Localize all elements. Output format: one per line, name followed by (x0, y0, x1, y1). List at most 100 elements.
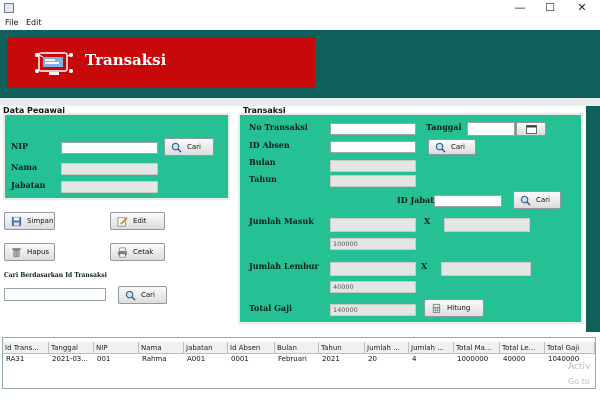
jabatan-label: Jabatan (11, 180, 46, 190)
cari-jabatan-button[interactable]: Cari (513, 191, 561, 209)
hitung-label: Hitung (447, 304, 471, 312)
tanggal-input[interactable] (467, 122, 515, 136)
watermark-activate: Activ (568, 362, 591, 372)
nama-label: Nama (11, 162, 38, 172)
save-icon (11, 216, 22, 227)
divider-strip (0, 98, 600, 106)
table-cell: Februari (278, 355, 307, 363)
column-header[interactable]: Total Ma... (454, 342, 500, 354)
total-gaji-value: 140000 (330, 304, 416, 316)
table-cell: Rahma (142, 355, 167, 363)
multiply-sign-lembur: X (421, 261, 428, 271)
tahun-label: Tahun (249, 174, 277, 184)
table-cell: 4 (412, 355, 417, 363)
trash-icon (12, 248, 21, 258)
simpan-label: Simpan (27, 217, 54, 225)
cari-absen-label: Cari (451, 143, 465, 151)
table-header: Id Trans... Tanggal NIP Nama Jabatan Id Absen… (3, 342, 595, 354)
close-button[interactable]: ✕ (567, 0, 597, 16)
transaction-logo-icon (35, 52, 73, 75)
table-cell: RA31 (6, 355, 25, 363)
page-title: Transaksi (85, 51, 167, 69)
hapus-button[interactable]: Hapus (4, 243, 55, 261)
watermark-goto: Go to (568, 377, 590, 386)
id-absen-label: ID Absen (249, 140, 290, 150)
hitung-button[interactable]: Hitung (424, 299, 484, 317)
title-bar: — ☐ ✕ (0, 0, 600, 16)
menu-file[interactable]: File (5, 17, 18, 29)
cetak-button[interactable]: Cetak (110, 243, 165, 261)
column-header[interactable]: Tanggal (49, 342, 94, 354)
date-picker-button[interactable] (516, 122, 546, 136)
jumlah-masuk-label: Jumlah Masuk (249, 216, 314, 226)
calendar-icon (526, 125, 537, 134)
bulan-field (330, 160, 416, 172)
jumlah-masuk-field (330, 218, 416, 232)
magnifier-icon (171, 142, 182, 153)
printer-icon (117, 247, 128, 258)
cari-jabatan-label: Cari (536, 196, 550, 204)
java-app-icon (4, 3, 14, 13)
right-edge-band (586, 106, 600, 332)
jumlah-lembur-field (330, 262, 416, 276)
magnifier-icon (520, 195, 531, 206)
hapus-label: Hapus (27, 248, 50, 256)
column-header[interactable]: Id Trans... (3, 342, 49, 354)
magnifier-icon (435, 142, 446, 153)
calculator-icon (432, 303, 441, 314)
table-cell: A001 (187, 355, 206, 363)
transaksi-table[interactable]: Id Trans... Tanggal NIP Nama Jabatan Id Absen… (2, 337, 596, 389)
cari-absen-button[interactable]: Cari (428, 139, 476, 155)
magnifier-icon (125, 290, 136, 301)
simpan-button[interactable]: Simpan (4, 212, 55, 230)
column-header[interactable]: Bulan (275, 342, 319, 354)
column-header[interactable]: Jumlah ... (409, 342, 454, 354)
jumlah-lembur-value: 40000 (330, 281, 416, 293)
bulan-label: Bulan (249, 157, 276, 167)
table-cell: 2021 (322, 355, 340, 363)
header-band: Transaksi (0, 30, 600, 98)
id-absen-input[interactable] (330, 141, 416, 153)
column-header[interactable]: Total Gaji (545, 342, 595, 354)
transaksi-panel: No Transaksi Tanggal ID Absen Cari Bulan… (238, 113, 583, 324)
search-id-input[interactable] (4, 288, 106, 301)
nip-label: NIP (11, 141, 29, 151)
id-jabatan-input[interactable] (434, 195, 502, 207)
column-header[interactable]: Id Absen (228, 342, 275, 354)
minimize-button[interactable]: — (505, 0, 535, 16)
cari-pegawai-button[interactable]: Cari (164, 138, 214, 156)
column-header[interactable]: Jabatan (184, 342, 228, 354)
cari-transaksi-label: Cari (141, 291, 155, 299)
cari-transaksi-button[interactable]: Cari (118, 286, 167, 304)
menu-bar: File Edit (0, 16, 600, 30)
tahun-field (330, 175, 416, 187)
column-header[interactable]: Tahun (319, 342, 365, 354)
table-row[interactable]: RA31 2021-03... 001 Rahma A001 0001 Februari 20… (3, 354, 595, 365)
edit-button[interactable]: Edit (110, 212, 165, 230)
table-cell: 0001 (231, 355, 249, 363)
jumlah-masuk-rate-field (444, 218, 530, 232)
multiply-sign-masuk: X (424, 216, 431, 226)
table-cell: 001 (97, 355, 111, 363)
column-header[interactable]: Jumlah ... (365, 342, 409, 354)
nama-field (61, 163, 158, 175)
table-cell: 2021-03... (52, 355, 88, 363)
jumlah-lembur-label: Jumlah Lembur (249, 261, 319, 271)
title-banner: Transaksi (7, 37, 315, 87)
nip-input[interactable] (61, 142, 158, 154)
cari-pegawai-label: Cari (187, 143, 201, 151)
table-body: RA31 2021-03... 001 Rahma A001 0001 Februari 20… (3, 354, 595, 384)
jumlah-masuk-value: 100000 (330, 238, 416, 250)
cetak-label: Cetak (133, 248, 154, 256)
edit-label: Edit (133, 217, 147, 225)
column-header[interactable]: Total Le... (500, 342, 545, 354)
table-cell: 40000 (503, 355, 526, 363)
no-transaksi-input[interactable] (330, 123, 416, 135)
maximize-button[interactable]: ☐ (535, 0, 565, 16)
table-cell: 20 (368, 355, 377, 363)
column-header[interactable]: NIP (94, 342, 139, 354)
pegawai-panel: NIP Cari Nama Jabatan (3, 113, 230, 200)
menu-edit[interactable]: Edit (26, 17, 42, 29)
column-header[interactable]: Nama (139, 342, 184, 354)
total-gaji-label: Total Gaji (249, 303, 293, 313)
